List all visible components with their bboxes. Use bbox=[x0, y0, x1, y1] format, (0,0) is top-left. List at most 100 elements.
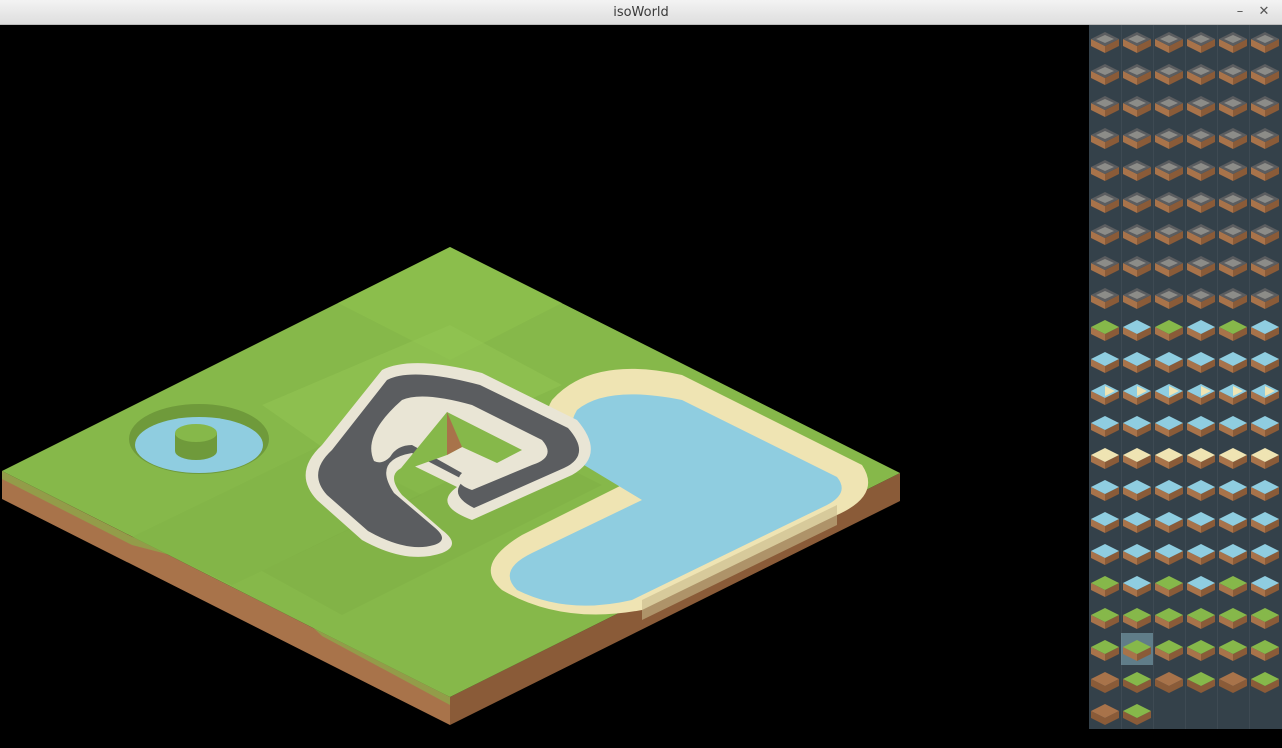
palette-tile-grass-slope[interactable] bbox=[1121, 633, 1153, 665]
palette-tile-water[interactable] bbox=[1185, 345, 1217, 377]
palette-tile-grass-water[interactable] bbox=[1121, 313, 1153, 345]
palette-tile-road-wall[interactable] bbox=[1217, 185, 1249, 217]
palette-tile-grass-water[interactable] bbox=[1249, 313, 1281, 345]
palette-tile-water-edge[interactable] bbox=[1153, 473, 1185, 505]
palette-tile-road-wall[interactable] bbox=[1121, 185, 1153, 217]
palette-tile-road[interactable] bbox=[1217, 57, 1249, 89]
palette-tile-water-cliff[interactable] bbox=[1153, 537, 1185, 569]
palette-tile-water-cliff[interactable] bbox=[1121, 537, 1153, 569]
palette-tile-water-cliff[interactable] bbox=[1185, 537, 1217, 569]
palette-tile-grass-water[interactable] bbox=[1089, 313, 1121, 345]
palette-tile-road-grass[interactable] bbox=[1249, 89, 1281, 121]
palette-tile-grass[interactable] bbox=[1217, 601, 1249, 633]
palette-tile-road-bridge[interactable] bbox=[1217, 281, 1249, 313]
palette-tile-dirt[interactable] bbox=[1089, 697, 1121, 729]
palette-tile-water-cliff[interactable] bbox=[1089, 537, 1121, 569]
palette-tile-road[interactable] bbox=[1153, 121, 1185, 153]
palette-tile-road[interactable] bbox=[1185, 121, 1217, 153]
palette-tile-grass[interactable] bbox=[1121, 601, 1153, 633]
palette-tile-water[interactable] bbox=[1089, 345, 1121, 377]
palette-tile-water-edge[interactable] bbox=[1185, 505, 1217, 537]
palette-tile-water[interactable] bbox=[1121, 409, 1153, 441]
palette-tile-sand-water[interactable] bbox=[1121, 441, 1153, 473]
palette-tile-sand-water[interactable] bbox=[1249, 441, 1281, 473]
world-scene[interactable] bbox=[2, 25, 1089, 744]
palette-tile-road-water[interactable] bbox=[1249, 249, 1281, 281]
palette-tile-road[interactable] bbox=[1089, 121, 1121, 153]
palette-tile-water-edge[interactable] bbox=[1217, 473, 1249, 505]
palette-tile-water-sand[interactable] bbox=[1185, 377, 1217, 409]
palette-tile-road-wall[interactable] bbox=[1089, 153, 1121, 185]
palette-tile-dirt[interactable] bbox=[1249, 665, 1281, 697]
palette-tile-road-bridge[interactable] bbox=[1121, 281, 1153, 313]
palette-tile-water-edge[interactable] bbox=[1153, 505, 1185, 537]
palette-tile-road[interactable] bbox=[1089, 57, 1121, 89]
palette-tile-dirt[interactable] bbox=[1089, 665, 1121, 697]
palette-tile-road-wall[interactable] bbox=[1089, 185, 1121, 217]
palette-tile-water-edge[interactable] bbox=[1249, 505, 1281, 537]
palette-tile-sand-water[interactable] bbox=[1089, 441, 1121, 473]
palette-tile-grass-water[interactable] bbox=[1153, 313, 1185, 345]
palette-tile-water[interactable] bbox=[1217, 345, 1249, 377]
palette-tile-grass-water[interactable] bbox=[1185, 313, 1217, 345]
palette-tile-road-wall[interactable] bbox=[1185, 153, 1217, 185]
palette-tile-dirt[interactable] bbox=[1121, 697, 1153, 729]
palette-tile-grass-water[interactable] bbox=[1089, 569, 1121, 601]
palette-tile-road-grass[interactable] bbox=[1121, 89, 1153, 121]
palette-tile-road-bridge[interactable] bbox=[1153, 281, 1185, 313]
palette-tile-road[interactable] bbox=[1121, 25, 1153, 57]
palette-tile-water-edge[interactable] bbox=[1089, 505, 1121, 537]
palette-tile-grass[interactable] bbox=[1089, 601, 1121, 633]
palette-tile-road-grass[interactable] bbox=[1089, 89, 1121, 121]
palette-tile-road-wall[interactable] bbox=[1217, 153, 1249, 185]
palette-tile-water[interactable] bbox=[1249, 409, 1281, 441]
palette-tile-water-sand[interactable] bbox=[1089, 377, 1121, 409]
palette-tile-grass[interactable] bbox=[1249, 601, 1281, 633]
palette-tile-grass-slope[interactable] bbox=[1153, 633, 1185, 665]
palette-tile-dirt[interactable] bbox=[1121, 665, 1153, 697]
palette-tile-water[interactable] bbox=[1217, 409, 1249, 441]
palette-tile-road[interactable] bbox=[1249, 121, 1281, 153]
palette-tile-road-water[interactable] bbox=[1153, 249, 1185, 281]
palette-tile-grass-slope[interactable] bbox=[1249, 633, 1281, 665]
palette-tile-water-edge[interactable] bbox=[1121, 473, 1153, 505]
palette-tile-road-grass[interactable] bbox=[1217, 89, 1249, 121]
palette-tile-road[interactable] bbox=[1249, 25, 1281, 57]
palette-tile-water-edge[interactable] bbox=[1185, 473, 1217, 505]
palette-tile-sand-water[interactable] bbox=[1185, 441, 1217, 473]
palette-tile-road-water[interactable] bbox=[1217, 249, 1249, 281]
palette-tile-road-grass[interactable] bbox=[1153, 89, 1185, 121]
palette-tile-water[interactable] bbox=[1153, 345, 1185, 377]
palette-tile-water-sand[interactable] bbox=[1153, 377, 1185, 409]
palette-tile-water-edge[interactable] bbox=[1249, 473, 1281, 505]
palette-tile-road-wall[interactable] bbox=[1153, 153, 1185, 185]
palette-tile-road-bridge[interactable] bbox=[1249, 281, 1281, 313]
palette-tile-road[interactable] bbox=[1217, 25, 1249, 57]
palette-tile-dirt[interactable] bbox=[1185, 665, 1217, 697]
palette-tile-road[interactable] bbox=[1121, 57, 1153, 89]
palette-tile-sand-water[interactable] bbox=[1153, 441, 1185, 473]
palette-tile-grass-water[interactable] bbox=[1121, 569, 1153, 601]
palette-tile-road-water[interactable] bbox=[1089, 249, 1121, 281]
palette-tile-grass-water[interactable] bbox=[1249, 569, 1281, 601]
palette-tile-grass-water[interactable] bbox=[1217, 313, 1249, 345]
palette-tile-road[interactable] bbox=[1249, 57, 1281, 89]
palette-tile-water[interactable] bbox=[1153, 409, 1185, 441]
palette-tile-road-water[interactable] bbox=[1185, 249, 1217, 281]
palette-tile-grass[interactable] bbox=[1185, 601, 1217, 633]
isometric-world-viewport[interactable] bbox=[2, 25, 1089, 744]
palette-tile-water-cliff[interactable] bbox=[1217, 537, 1249, 569]
palette-tile-road[interactable] bbox=[1185, 57, 1217, 89]
palette-tile-grass-slope[interactable] bbox=[1089, 633, 1121, 665]
palette-tile-road[interactable] bbox=[1153, 57, 1185, 89]
palette-tile-water[interactable] bbox=[1185, 409, 1217, 441]
palette-tile-water-edge[interactable] bbox=[1121, 505, 1153, 537]
palette-tile-grass-water[interactable] bbox=[1185, 569, 1217, 601]
palette-tile-road[interactable] bbox=[1217, 121, 1249, 153]
palette-tile-dirt[interactable] bbox=[1217, 665, 1249, 697]
palette-tile-road-wall[interactable] bbox=[1153, 185, 1185, 217]
palette-tile-water-cliff[interactable] bbox=[1249, 537, 1281, 569]
palette-tile-water-sand[interactable] bbox=[1217, 377, 1249, 409]
palette-tile-grass-slope[interactable] bbox=[1185, 633, 1217, 665]
palette-tile-road[interactable] bbox=[1153, 25, 1185, 57]
